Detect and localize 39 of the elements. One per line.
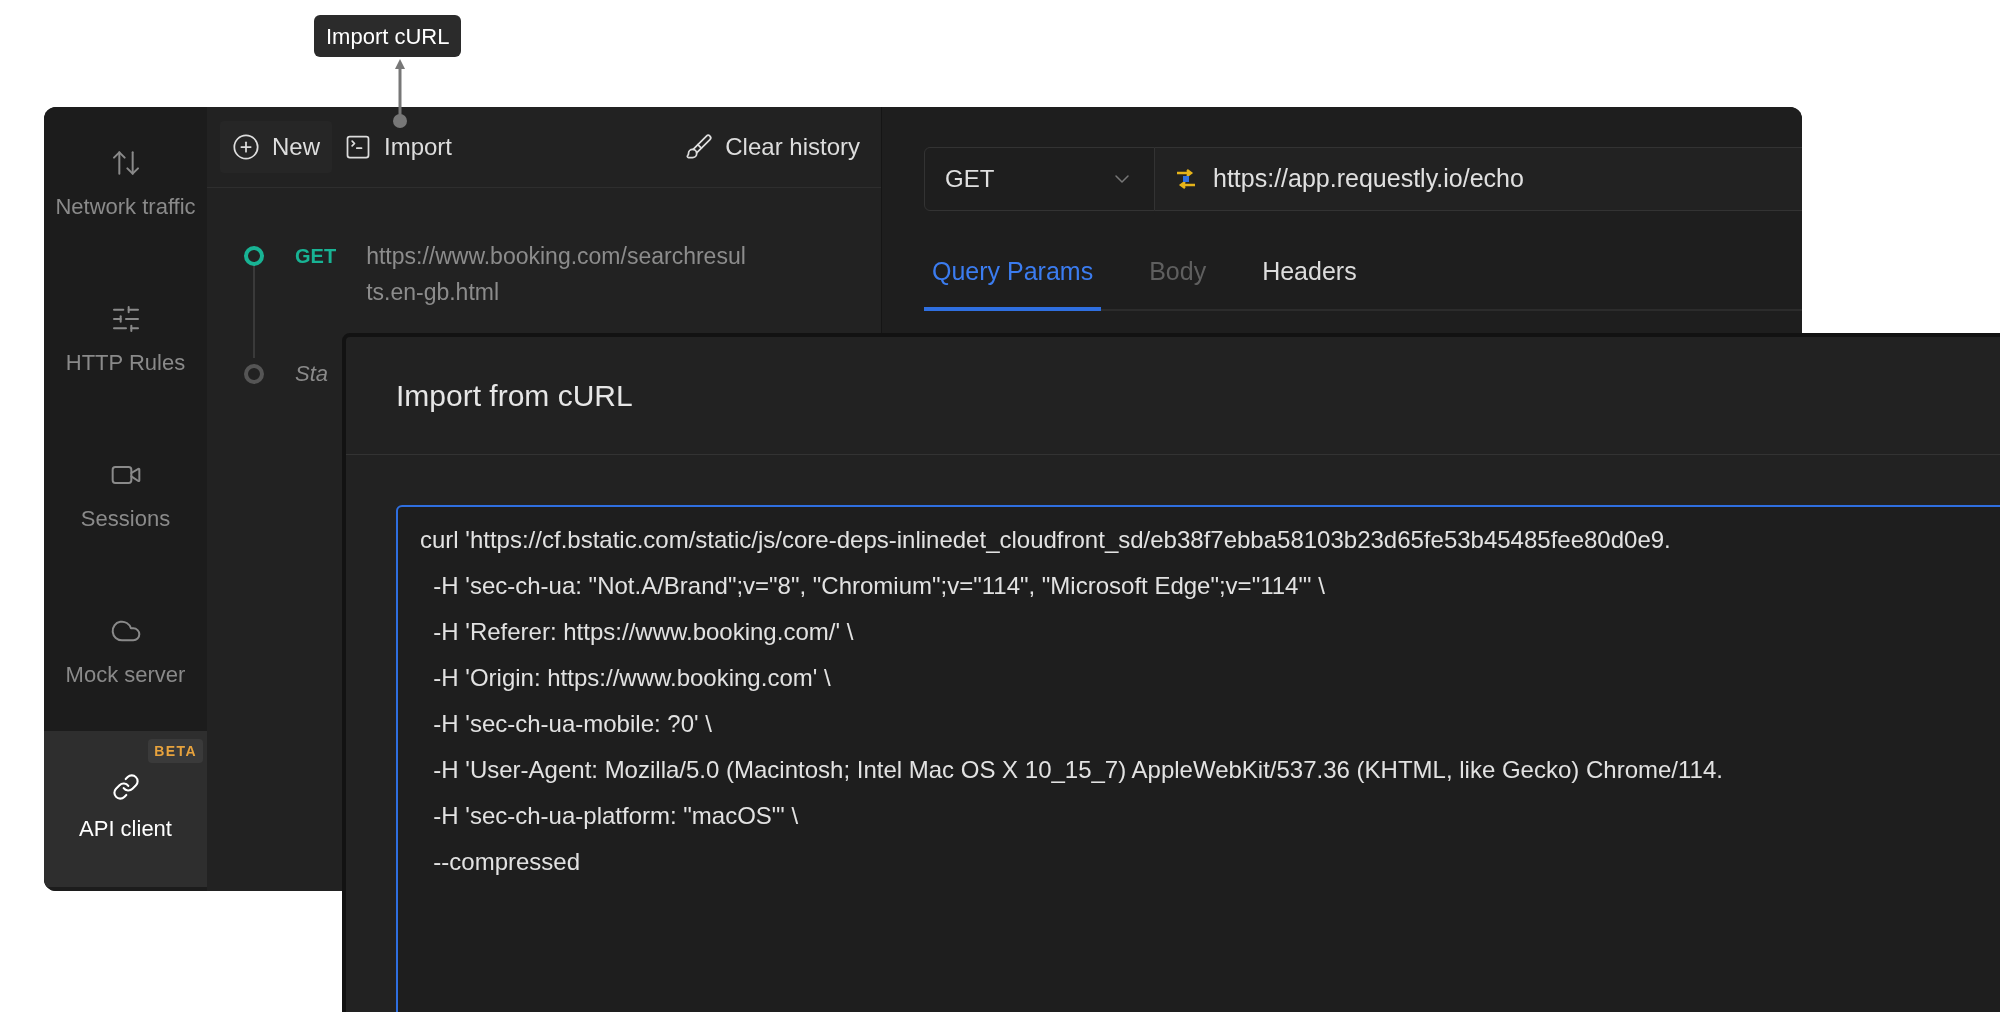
curl-line: -H 'sec-ch-ua: "Not.A/Brand";v="8", "Chromium";v="114", "Microsoft Edge";v="114"' \ xyxy=(432,571,1325,601)
link-icon xyxy=(111,773,140,801)
terminal-icon xyxy=(344,133,372,161)
curl-line: -H 'Origin: https://www.booking.com' \ xyxy=(432,663,831,693)
clear-history-button[interactable]: Clear history xyxy=(677,121,868,173)
sidebar-label: Sessions xyxy=(80,505,171,533)
curl-line: -H 'User-Agent: Mozilla/5.0 (Macintosh; Intel Mac OS X 10_15_7) AppleWebKit/537.36 (KHTML, like Gecko) Chrome/114. xyxy=(432,755,1723,785)
sidebar-item[interactable]: Network traffic xyxy=(44,107,207,263)
plus-circle-icon xyxy=(232,133,260,161)
new-button[interactable]: New xyxy=(220,121,332,173)
history-url[interactable]: https://www.booking.com/searchresul ts.en-gb.html xyxy=(366,238,747,310)
sidebar-item[interactable]: HTTP Rules xyxy=(44,263,207,419)
tab[interactable]: Headers xyxy=(1254,237,1365,311)
sidebar-label: API client xyxy=(79,815,172,843)
import-button[interactable]: Import xyxy=(332,121,465,173)
curl-line: -H 'sec-ch-ua-platform: "macOS"' \ xyxy=(432,801,799,831)
brush-icon xyxy=(685,133,714,161)
sidebar-item[interactable]: BETA API client xyxy=(44,731,207,887)
sidebar-item[interactable]: Mock server xyxy=(44,575,207,731)
curl-line: -H 'Referer: https://www.booking.com/' \ xyxy=(432,617,854,647)
sidebar-label: Mock server xyxy=(65,661,186,689)
method-label: GET xyxy=(295,244,337,269)
curl-line: --compressed xyxy=(432,847,581,877)
swap-icon xyxy=(1175,169,1197,189)
connector-arrow xyxy=(392,57,408,129)
curl-line: -H 'sec-ch-ua-mobile: ?0' \ xyxy=(432,709,712,739)
dialog-title: Import from cURL xyxy=(396,378,633,414)
url-field[interactable]: https://app.requestly.io/echo xyxy=(1155,147,1802,211)
sidebar-item[interactable]: Sessions xyxy=(44,419,207,575)
beta-badge: BETA xyxy=(148,739,203,763)
url-text: https://app.requestly.io/echo xyxy=(1213,163,1524,195)
curl-line: curl 'https://cf.bstatic.com/static/js/core-deps-inlinedet_cloudfront_sd/eb38f7ebba58103b23d65fe53b45485fee80d0e9. xyxy=(420,525,1671,555)
method-select[interactable]: GET xyxy=(924,147,1155,211)
tooltip: Import cURL xyxy=(314,15,462,57)
sidebar-label: Network traffic xyxy=(55,193,196,221)
history-entry[interactable]: Sta xyxy=(295,358,329,390)
sidebar-label: HTTP Rules xyxy=(65,349,186,377)
curl-textarea[interactable] xyxy=(396,505,2000,1012)
tab[interactable]: Query Params xyxy=(924,237,1102,311)
